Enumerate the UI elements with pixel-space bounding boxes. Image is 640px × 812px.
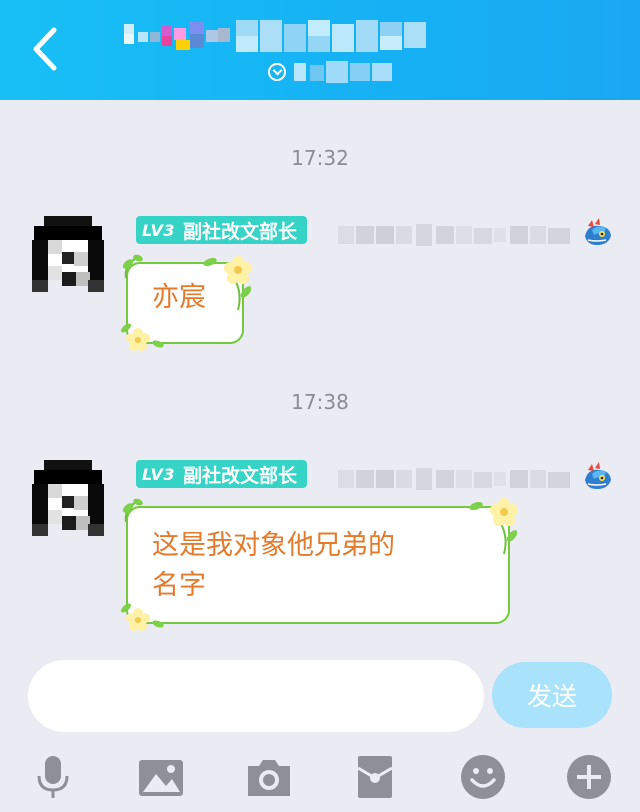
nickname-pixelated [338,224,570,246]
back-chevron-icon[interactable] [26,26,66,72]
input-toolbar [0,746,640,812]
role-label: 副社改文部长 [183,220,298,243]
level-label: LV3 [142,220,176,240]
message-timestamp: 17:38 [291,390,349,414]
message-text-line: 名字 [152,570,206,601]
role-label: 副社改文部长 [183,464,298,487]
avatar[interactable] [26,212,110,296]
red-packet-icon[interactable] [350,752,400,802]
microphone-icon[interactable] [28,752,78,802]
subtitle-pixelated [294,61,392,83]
message-bubble[interactable]: 这是我对象他兄弟的 名字 [126,506,510,624]
message-input[interactable] [28,660,484,732]
emoji-icon[interactable] [458,752,508,802]
dragon-icon [585,462,611,489]
camera-icon[interactable] [244,752,294,802]
level-label: LV3 [142,464,176,484]
chat-subtitle[interactable] [268,60,394,84]
chat-title-pixelated [124,20,426,52]
send-button[interactable]: 发送 [492,662,612,728]
image-icon[interactable] [136,752,186,802]
chat-header [0,0,640,100]
message-text: 亦宸 [152,282,206,313]
nickname-pixelated [338,468,570,490]
message-bubble[interactable]: 亦宸 [126,262,244,344]
message-timestamp: 17:32 [291,146,349,170]
input-bar: 发送 [0,646,640,746]
avatar[interactable] [26,456,110,540]
chevron-down-circle-icon [268,63,286,81]
member-title-badge: LV3 副社改文部长 [136,216,308,244]
plus-icon[interactable] [564,752,614,802]
dragon-icon [585,218,611,245]
message-text-line: 这是我对象他兄弟的 [152,530,395,561]
member-title-badge: LV3 副社改文部长 [136,460,308,488]
